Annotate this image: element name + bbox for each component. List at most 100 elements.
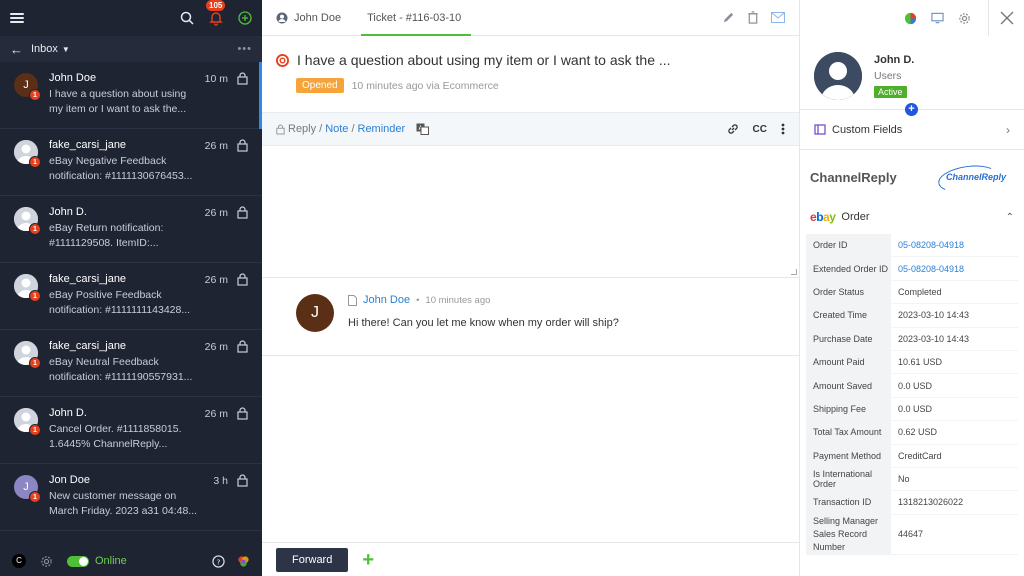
monitor-icon[interactable] bbox=[931, 12, 944, 24]
conversation-list: J 1 John Doe I have a question about usi… bbox=[0, 62, 262, 540]
message-sender[interactable]: John Doe bbox=[363, 294, 410, 306]
conversation-time: 26 m bbox=[204, 408, 228, 420]
conversation-time: 10 m bbox=[204, 73, 228, 85]
contact-name: John Doe bbox=[294, 11, 342, 24]
reply-editor[interactable] bbox=[262, 146, 799, 278]
notification-count-badge: 105 bbox=[206, 0, 226, 11]
conversation-preview: New customer message on March Friday. 20… bbox=[49, 490, 198, 517]
unread-badge: 1 bbox=[29, 357, 41, 369]
ticket-subject: I have a question about using my item or… bbox=[297, 52, 671, 68]
tab-contact[interactable]: John Doe bbox=[276, 12, 341, 24]
field-value-link[interactable]: 05-08208-04918 bbox=[891, 234, 1018, 257]
field-key: Selling Manager Sales Record Number bbox=[813, 515, 879, 552]
close-button[interactable] bbox=[988, 0, 1024, 36]
field-value: 2023-03-10 14:43 bbox=[891, 304, 1018, 327]
user-circle-icon bbox=[276, 12, 288, 23]
folder-selector[interactable]: ← Inbox ▼ ••• bbox=[0, 36, 262, 62]
lock-icon[interactable] bbox=[237, 206, 248, 219]
tab-ticket[interactable]: Ticket - #116-03-10 bbox=[361, 0, 472, 36]
status-badge[interactable]: Opened bbox=[296, 78, 344, 93]
translate-icon[interactable]: A bbox=[416, 123, 430, 135]
lock-icon[interactable] bbox=[237, 407, 248, 420]
ticket-header: I have a question about using my item or… bbox=[262, 36, 799, 112]
ticket-footer: Forward + bbox=[262, 542, 799, 576]
reminder-tab[interactable]: Reminder bbox=[358, 123, 406, 135]
cc-button[interactable]: CC bbox=[753, 124, 767, 135]
online-toggle[interactable] bbox=[67, 555, 89, 567]
menu-icon[interactable] bbox=[10, 13, 24, 23]
custom-fields-row[interactable]: Custom Fields › bbox=[800, 110, 1024, 150]
order-section-header[interactable]: ebay Order ⌃ bbox=[800, 204, 1024, 230]
conversation-item[interactable]: 1 John D. Cancel Order. #1111858015. 1.6… bbox=[0, 397, 262, 464]
channelreply-header: ChannelReply ChannelReply bbox=[800, 150, 1024, 204]
conversation-item[interactable]: J 1 John Doe I have a question about usi… bbox=[0, 62, 262, 129]
email-icon[interactable] bbox=[771, 12, 785, 23]
conversation-time: 26 m bbox=[204, 207, 228, 219]
unread-badge: 1 bbox=[29, 290, 41, 302]
pie-chart-icon[interactable] bbox=[904, 12, 917, 25]
customer-profile: John D. Users Active bbox=[800, 36, 1024, 110]
conversation-preview: eBay Positive Feedback notification: #11… bbox=[49, 289, 191, 316]
gear-icon[interactable] bbox=[958, 12, 971, 25]
apps-color-icon[interactable] bbox=[237, 555, 250, 568]
conversation-item[interactable]: 1 fake_carsi_jane eBay Positive Feedback… bbox=[0, 263, 262, 330]
table-row: Extended Order ID 05-08208-04918 bbox=[806, 257, 1018, 281]
close-icon bbox=[1000, 11, 1013, 25]
custom-fields-icon bbox=[814, 124, 826, 135]
conversation-item[interactable]: J 1 Jon Doe New customer message on Marc… bbox=[0, 464, 262, 531]
field-value: CreditCard bbox=[891, 444, 1018, 467]
more-vertical-icon[interactable] bbox=[781, 123, 785, 135]
order-label: Order bbox=[841, 211, 870, 223]
field-value: 0.0 USD bbox=[891, 374, 1018, 397]
note-tab[interactable]: Note bbox=[325, 123, 348, 135]
table-row: Payment Method CreditCard bbox=[806, 444, 1018, 468]
order-details-table: Order ID 05-08208-04918 Extended Order ID… bbox=[806, 234, 1018, 555]
add-button[interactable]: + bbox=[362, 550, 374, 570]
more-options-icon[interactable]: ••• bbox=[237, 43, 252, 55]
lock-icon[interactable] bbox=[237, 474, 248, 487]
back-arrow-icon[interactable]: ← bbox=[10, 42, 23, 57]
conversation-item[interactable]: 1 fake_carsi_jane eBay Neutral Feedback … bbox=[0, 330, 262, 397]
resize-handle[interactable] bbox=[791, 269, 797, 275]
bell-icon bbox=[209, 12, 223, 26]
lock-icon[interactable] bbox=[237, 139, 248, 152]
ebay-logo: ebay bbox=[810, 210, 836, 224]
conversation-preview: eBay Neutral Feedback notification: #111… bbox=[49, 356, 193, 383]
add-contact-button[interactable]: + bbox=[905, 103, 918, 116]
add-circle-icon[interactable] bbox=[238, 11, 252, 25]
forward-button[interactable]: Forward bbox=[276, 547, 349, 572]
field-value: 0.0 USD bbox=[891, 397, 1018, 421]
user-avatar[interactable]: C bbox=[12, 554, 26, 568]
ticket-meta: 10 minutes ago via Ecommerce bbox=[351, 79, 499, 92]
conversation-item[interactable]: 1 John D. eBay Return notification: #111… bbox=[0, 196, 262, 263]
trash-icon[interactable] bbox=[747, 11, 759, 24]
field-value: 1318213026022 bbox=[891, 491, 1018, 514]
conversation-item[interactable]: 1 fake_carsi_jane eBay Negative Feedback… bbox=[0, 129, 262, 196]
conversation-preview: Cancel Order. #1111858015. 1.6445% Chann… bbox=[49, 423, 182, 450]
custom-fields-label: Custom Fields bbox=[832, 123, 903, 136]
separator: / bbox=[319, 123, 323, 135]
document-icon bbox=[348, 294, 357, 306]
link-icon[interactable] bbox=[727, 123, 739, 135]
edit-icon[interactable] bbox=[722, 11, 735, 24]
lock-icon[interactable] bbox=[237, 273, 248, 286]
reply-tab[interactable]: Reply bbox=[288, 123, 316, 135]
customer-role: Users bbox=[874, 70, 902, 82]
search-icon[interactable] bbox=[180, 11, 194, 25]
field-key: Extended Order ID bbox=[813, 263, 889, 274]
lock-icon[interactable] bbox=[237, 340, 248, 353]
gear-icon[interactable] bbox=[40, 555, 53, 568]
conversation-time: 3 h bbox=[213, 475, 228, 487]
channelreply-title: ChannelReply bbox=[810, 169, 897, 185]
lock-icon bbox=[276, 124, 285, 134]
chevron-up-icon[interactable]: ⌃ bbox=[1006, 212, 1014, 223]
field-key: Total Tax Amount bbox=[813, 427, 882, 438]
lock-icon[interactable] bbox=[237, 72, 248, 85]
sidebar-footer: C Online ? bbox=[0, 546, 262, 576]
unread-badge: 1 bbox=[29, 89, 41, 101]
help-icon[interactable]: ? bbox=[212, 554, 225, 568]
sidebar-header: 105 bbox=[0, 0, 262, 36]
field-value-link[interactable]: 05-08208-04918 bbox=[891, 257, 1018, 280]
notifications-button[interactable]: 105 bbox=[206, 0, 226, 26]
table-row: Amount Saved 0.0 USD bbox=[806, 374, 1018, 398]
